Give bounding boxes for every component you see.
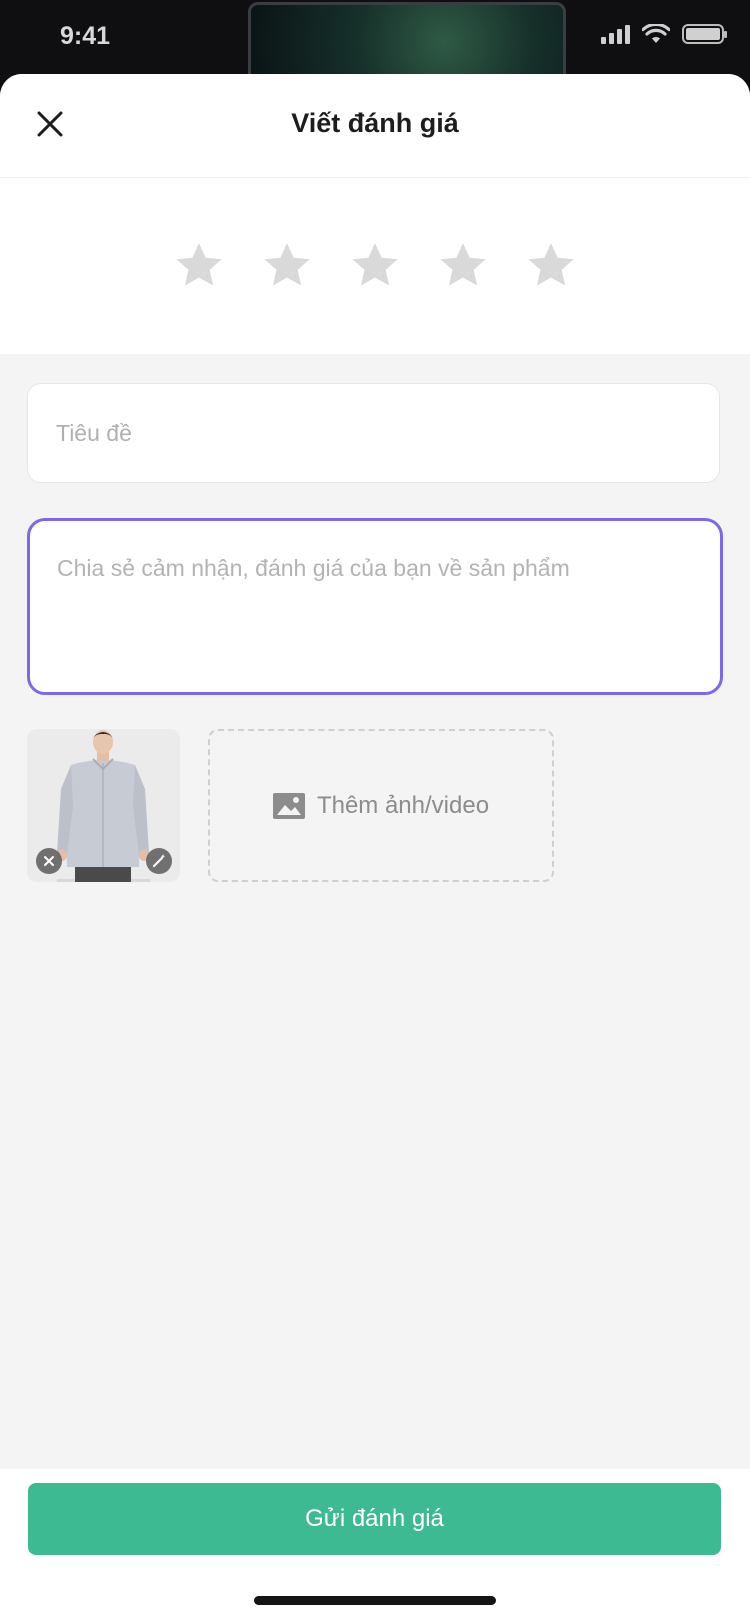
magic-wand-icon bbox=[152, 854, 166, 868]
media-row: Thêm ảnh/video bbox=[27, 729, 723, 882]
background-laptop-image bbox=[248, 2, 566, 82]
home-indicator bbox=[254, 1596, 496, 1605]
battery-level bbox=[686, 28, 720, 40]
star-4-button[interactable] bbox=[437, 240, 489, 292]
title-input[interactable] bbox=[27, 383, 720, 483]
star-3-button[interactable] bbox=[349, 240, 401, 292]
status-bar: 9:41 bbox=[0, 0, 750, 82]
edit-photo-button[interactable] bbox=[146, 848, 172, 874]
review-form: Thêm ảnh/video bbox=[0, 354, 750, 882]
image-icon bbox=[272, 792, 305, 819]
star-rating bbox=[0, 178, 750, 354]
star-2-button[interactable] bbox=[261, 240, 313, 292]
sheet-header: Viết đánh giá bbox=[0, 74, 750, 178]
remove-icon bbox=[44, 856, 54, 866]
submit-review-button[interactable]: Gửi đánh giá bbox=[28, 1483, 721, 1555]
page-title: Viết đánh giá bbox=[291, 108, 459, 138]
signal-icon bbox=[601, 24, 630, 44]
star-1-button[interactable] bbox=[173, 240, 225, 292]
status-icons bbox=[601, 24, 727, 44]
remove-photo-button[interactable] bbox=[36, 848, 62, 874]
wifi-icon bbox=[642, 24, 670, 43]
review-sheet: Viết đánh giá Tiêu đề Chia sẻ cảm nhận, … bbox=[0, 74, 750, 1617]
status-time: 9:41 bbox=[60, 22, 111, 50]
star-5-button[interactable] bbox=[525, 240, 577, 292]
add-media-label: Thêm ảnh/video bbox=[316, 791, 490, 819]
bottom-bar: Gửi đánh giá bbox=[0, 1469, 750, 1617]
battery-icon bbox=[682, 24, 727, 44]
add-photo-video-button[interactable]: Thêm ảnh/video bbox=[208, 729, 554, 882]
review-textarea[interactable] bbox=[27, 518, 723, 695]
attached-photo-thumbnail[interactable] bbox=[27, 729, 180, 882]
